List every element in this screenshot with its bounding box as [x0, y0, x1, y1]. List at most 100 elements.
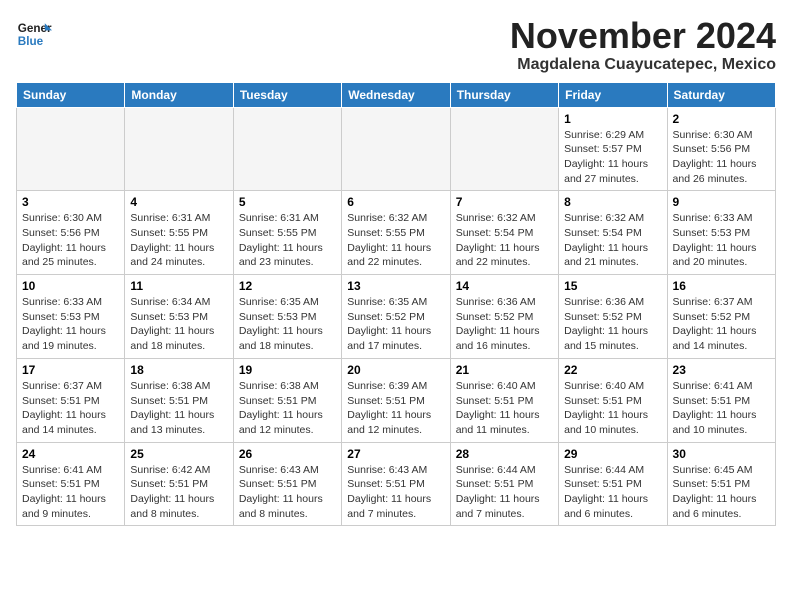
- calendar-cell: 30 Sunrise: 6:45 AMSunset: 5:51 PMDayligh…: [667, 442, 775, 526]
- day-info: Sunrise: 6:30 AMSunset: 5:56 PMDaylight:…: [22, 211, 119, 270]
- weekday-header: Saturday: [667, 82, 775, 107]
- logo-icon: General Blue: [16, 16, 52, 52]
- calendar-cell: 2 Sunrise: 6:30 AMSunset: 5:56 PMDaylight…: [667, 107, 775, 191]
- day-number: 10: [22, 279, 119, 293]
- day-number: 23: [673, 363, 770, 377]
- day-number: 29: [564, 447, 661, 461]
- day-number: 11: [130, 279, 227, 293]
- day-number: 5: [239, 195, 336, 209]
- day-info: Sunrise: 6:44 AMSunset: 5:51 PMDaylight:…: [456, 463, 553, 522]
- page-header: General Blue November 2024 Magdalena Cua…: [16, 16, 776, 74]
- day-info: Sunrise: 6:38 AMSunset: 5:51 PMDaylight:…: [130, 379, 227, 438]
- calendar-cell: 19Sunrise: 6:38 AMSunset: 5:51 PMDayligh…: [233, 358, 341, 442]
- calendar-cell: 24Sunrise: 6:41 AMSunset: 5:51 PMDayligh…: [17, 442, 125, 526]
- calendar-header-row: SundayMondayTuesdayWednesdayThursdayFrid…: [17, 82, 776, 107]
- calendar-week-row: 3 Sunrise: 6:30 AMSunset: 5:56 PMDaylight…: [17, 191, 776, 275]
- day-number: 28: [456, 447, 553, 461]
- day-number: 30: [673, 447, 770, 461]
- calendar-cell: 9Sunrise: 6:33 AMSunset: 5:53 PMDaylight…: [667, 191, 775, 275]
- day-number: 18: [130, 363, 227, 377]
- month-title: November 2024: [510, 16, 776, 56]
- weekday-header: Tuesday: [233, 82, 341, 107]
- day-info: Sunrise: 6:41 AMSunset: 5:51 PMDaylight:…: [22, 463, 119, 522]
- calendar-cell: 6Sunrise: 6:32 AMSunset: 5:55 PMDaylight…: [342, 191, 450, 275]
- day-number: 12: [239, 279, 336, 293]
- weekday-header: Wednesday: [342, 82, 450, 107]
- day-number: 27: [347, 447, 444, 461]
- calendar-cell: [342, 107, 450, 191]
- day-number: 15: [564, 279, 661, 293]
- weekday-header: Sunday: [17, 82, 125, 107]
- day-info: Sunrise: 6:32 AMSunset: 5:54 PMDaylight:…: [456, 211, 553, 270]
- day-info: Sunrise: 6:35 AMSunset: 5:52 PMDaylight:…: [347, 295, 444, 354]
- calendar-cell: 20 Sunrise: 6:39 AMSunset: 5:51 PMDayligh…: [342, 358, 450, 442]
- calendar-week-row: 24Sunrise: 6:41 AMSunset: 5:51 PMDayligh…: [17, 442, 776, 526]
- calendar-cell: 25Sunrise: 6:42 AMSunset: 5:51 PMDayligh…: [125, 442, 233, 526]
- calendar-cell: [17, 107, 125, 191]
- day-number: 19: [239, 363, 336, 377]
- calendar-week-row: 1Sunrise: 6:29 AMSunset: 5:57 PMDaylight…: [17, 107, 776, 191]
- day-number: 20: [347, 363, 444, 377]
- day-info: Sunrise: 6:42 AMSunset: 5:51 PMDaylight:…: [130, 463, 227, 522]
- day-info: Sunrise: 6:34 AMSunset: 5:53 PMDaylight:…: [130, 295, 227, 354]
- calendar-cell: 18 Sunrise: 6:38 AMSunset: 5:51 PMDayligh…: [125, 358, 233, 442]
- day-info: Sunrise: 6:30 AMSunset: 5:56 PMDaylight:…: [673, 128, 770, 187]
- calendar-cell: 27 Sunrise: 6:43 AMSunset: 5:51 PMDayligh…: [342, 442, 450, 526]
- day-info: Sunrise: 6:29 AMSunset: 5:57 PMDaylight:…: [564, 128, 661, 187]
- calendar-week-row: 17 Sunrise: 6:37 AMSunset: 5:51 PMDayligh…: [17, 358, 776, 442]
- day-number: 8: [564, 195, 661, 209]
- calendar-cell: 1Sunrise: 6:29 AMSunset: 5:57 PMDaylight…: [559, 107, 667, 191]
- day-info: Sunrise: 6:39 AMSunset: 5:51 PMDaylight:…: [347, 379, 444, 438]
- day-info: Sunrise: 6:37 AMSunset: 5:51 PMDaylight:…: [22, 379, 119, 438]
- day-number: 7: [456, 195, 553, 209]
- logo: General Blue: [16, 16, 52, 52]
- day-number: 21: [456, 363, 553, 377]
- calendar-cell: 8 Sunrise: 6:32 AMSunset: 5:54 PMDaylight…: [559, 191, 667, 275]
- calendar-table: SundayMondayTuesdayWednesdayThursdayFrid…: [16, 82, 776, 527]
- calendar-cell: [450, 107, 558, 191]
- calendar-cell: 29Sunrise: 6:44 AMSunset: 5:51 PMDayligh…: [559, 442, 667, 526]
- calendar-week-row: 10 Sunrise: 6:33 AMSunset: 5:53 PMDayligh…: [17, 275, 776, 359]
- calendar-cell: 21 Sunrise: 6:40 AMSunset: 5:51 PMDayligh…: [450, 358, 558, 442]
- day-info: Sunrise: 6:31 AMSunset: 5:55 PMDaylight:…: [130, 211, 227, 270]
- calendar-cell: 10 Sunrise: 6:33 AMSunset: 5:53 PMDayligh…: [17, 275, 125, 359]
- calendar-cell: 13Sunrise: 6:35 AMSunset: 5:52 PMDayligh…: [342, 275, 450, 359]
- day-number: 4: [130, 195, 227, 209]
- day-info: Sunrise: 6:37 AMSunset: 5:52 PMDaylight:…: [673, 295, 770, 354]
- day-number: 22: [564, 363, 661, 377]
- calendar-cell: 26Sunrise: 6:43 AMSunset: 5:51 PMDayligh…: [233, 442, 341, 526]
- calendar-cell: 4 Sunrise: 6:31 AMSunset: 5:55 PMDaylight…: [125, 191, 233, 275]
- day-info: Sunrise: 6:36 AMSunset: 5:52 PMDaylight:…: [456, 295, 553, 354]
- day-info: Sunrise: 6:33 AMSunset: 5:53 PMDaylight:…: [22, 295, 119, 354]
- day-info: Sunrise: 6:36 AMSunset: 5:52 PMDaylight:…: [564, 295, 661, 354]
- weekday-header: Monday: [125, 82, 233, 107]
- calendar-cell: [125, 107, 233, 191]
- calendar-cell: 28 Sunrise: 6:44 AMSunset: 5:51 PMDayligh…: [450, 442, 558, 526]
- day-info: Sunrise: 6:43 AMSunset: 5:51 PMDaylight:…: [347, 463, 444, 522]
- day-number: 16: [673, 279, 770, 293]
- weekday-header: Friday: [559, 82, 667, 107]
- day-info: Sunrise: 6:35 AMSunset: 5:53 PMDaylight:…: [239, 295, 336, 354]
- day-info: Sunrise: 6:41 AMSunset: 5:51 PMDaylight:…: [673, 379, 770, 438]
- calendar-cell: 17 Sunrise: 6:37 AMSunset: 5:51 PMDayligh…: [17, 358, 125, 442]
- day-info: Sunrise: 6:32 AMSunset: 5:55 PMDaylight:…: [347, 211, 444, 270]
- calendar-cell: 16 Sunrise: 6:37 AMSunset: 5:52 PMDayligh…: [667, 275, 775, 359]
- day-info: Sunrise: 6:40 AMSunset: 5:51 PMDaylight:…: [564, 379, 661, 438]
- day-info: Sunrise: 6:33 AMSunset: 5:53 PMDaylight:…: [673, 211, 770, 270]
- title-block: November 2024 Magdalena Cuayucatepec, Me…: [510, 16, 776, 74]
- calendar-cell: [233, 107, 341, 191]
- day-number: 17: [22, 363, 119, 377]
- day-info: Sunrise: 6:40 AMSunset: 5:51 PMDaylight:…: [456, 379, 553, 438]
- day-number: 3: [22, 195, 119, 209]
- calendar-cell: 12 Sunrise: 6:35 AMSunset: 5:53 PMDayligh…: [233, 275, 341, 359]
- calendar-cell: 22 Sunrise: 6:40 AMSunset: 5:51 PMDayligh…: [559, 358, 667, 442]
- day-info: Sunrise: 6:45 AMSunset: 5:51 PMDaylight:…: [673, 463, 770, 522]
- day-info: Sunrise: 6:31 AMSunset: 5:55 PMDaylight:…: [239, 211, 336, 270]
- day-number: 2: [673, 112, 770, 126]
- calendar-cell: 3 Sunrise: 6:30 AMSunset: 5:56 PMDaylight…: [17, 191, 125, 275]
- calendar-cell: 7 Sunrise: 6:32 AMSunset: 5:54 PMDaylight…: [450, 191, 558, 275]
- day-info: Sunrise: 6:32 AMSunset: 5:54 PMDaylight:…: [564, 211, 661, 270]
- calendar-cell: 5 Sunrise: 6:31 AMSunset: 5:55 PMDaylight…: [233, 191, 341, 275]
- calendar-cell: 14 Sunrise: 6:36 AMSunset: 5:52 PMDayligh…: [450, 275, 558, 359]
- day-number: 14: [456, 279, 553, 293]
